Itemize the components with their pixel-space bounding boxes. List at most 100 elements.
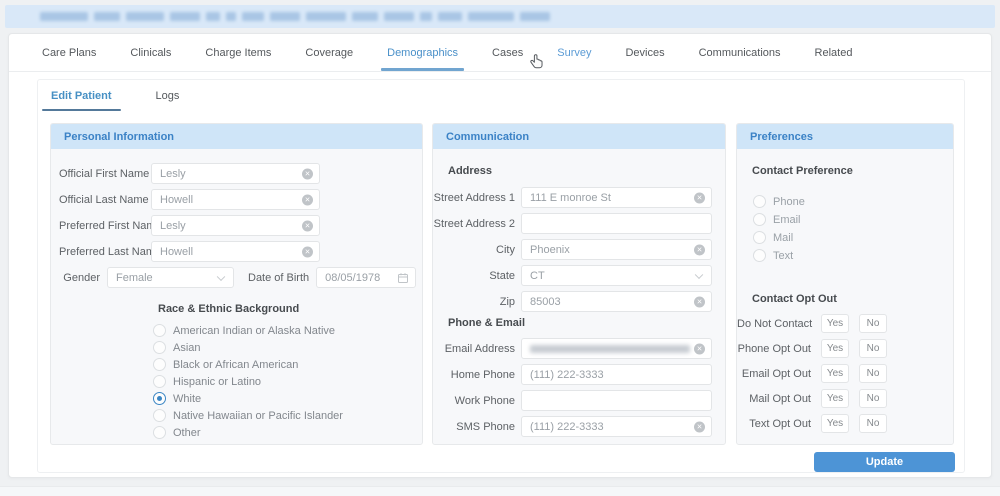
tab-clinicals[interactable]: Clinicals [127, 34, 174, 71]
city-input[interactable]: Phoenix [521, 239, 712, 260]
race-option[interactable]: American Indian or Alaska Native [153, 324, 422, 337]
radio-icon [153, 426, 166, 439]
zip-row: Zip 85003 [433, 291, 725, 312]
race-option[interactable]: Native Hawaiian or Pacific Islander [153, 409, 422, 422]
yes-button[interactable]: Yes [821, 314, 849, 333]
opt-out-row-text: Text Opt Out Yes No [737, 414, 953, 433]
clear-icon[interactable] [694, 343, 705, 354]
no-button[interactable]: No [859, 314, 887, 333]
sms-phone-input[interactable]: (111) 222-3333 [521, 416, 712, 437]
tab-coverage[interactable]: Coverage [302, 34, 356, 71]
race-option[interactable]: Other [153, 426, 422, 439]
clear-icon[interactable] [302, 194, 313, 205]
clear-icon[interactable] [694, 192, 705, 203]
tab-cases[interactable]: Cases [489, 34, 526, 71]
field-label: Official Last Name [59, 194, 144, 206]
street-address-2-row: Street Address 2 [433, 213, 725, 234]
redacted-text-block [420, 12, 432, 21]
field-label: Street Address 1 [433, 192, 515, 204]
no-button[interactable]: No [859, 364, 887, 383]
preferred-first-name-input[interactable]: Lesly [151, 215, 320, 236]
yes-button[interactable]: Yes [821, 339, 849, 358]
tab-survey[interactable]: Survey [554, 34, 594, 71]
official-first-name-row: Official First Name Lesly [51, 163, 422, 184]
contact-option-text[interactable]: Text [753, 249, 953, 262]
no-button[interactable]: No [859, 339, 887, 358]
yes-button[interactable]: Yes [821, 389, 849, 408]
top-navigation-bar [5, 5, 995, 28]
home-phone-input[interactable]: (111) 222-3333 [521, 364, 712, 385]
tab-care-plans[interactable]: Care Plans [39, 34, 99, 71]
contact-opt-out-group: Do Not Contact Yes No Phone Opt Out Yes … [737, 314, 953, 433]
race-option[interactable]: Black or African American [153, 358, 422, 371]
yes-button[interactable]: Yes [821, 414, 849, 433]
street-address-1-input[interactable]: 111 E monroe St [521, 187, 712, 208]
tab-communications[interactable]: Communications [696, 34, 784, 71]
chevron-down-icon [695, 270, 703, 278]
clear-icon[interactable] [694, 421, 705, 432]
sub-tab-bar: Edit Patient Logs [38, 80, 964, 111]
no-button[interactable]: No [859, 389, 887, 408]
redacted-email-value [530, 345, 690, 353]
clear-icon[interactable] [302, 220, 313, 231]
clear-icon[interactable] [694, 296, 705, 307]
date-of-birth-input[interactable]: 08/05/1978 [316, 267, 416, 288]
radio-icon [153, 409, 166, 422]
work-phone-row: Work Phone [433, 390, 725, 411]
panel-title: Communication [433, 124, 725, 149]
state-row: State CT [433, 265, 725, 286]
contact-option-mail[interactable]: Mail [753, 231, 953, 244]
tab-demographics[interactable]: Demographics [384, 34, 461, 71]
official-first-name-input[interactable]: Lesly [151, 163, 320, 184]
subtab-logs[interactable]: Logs [147, 80, 189, 111]
update-button[interactable]: Update [814, 452, 955, 472]
contact-option-phone[interactable]: Phone [753, 195, 953, 208]
contact-option-email[interactable]: Email [753, 213, 953, 226]
state-select[interactable]: CT [521, 265, 712, 286]
clear-icon[interactable] [302, 246, 313, 257]
gender-dob-row: Gender Female Date of Birth 08/05/1978 [51, 267, 422, 288]
field-label: Official First Name [59, 168, 144, 180]
zip-input[interactable]: 85003 [521, 291, 712, 312]
opt-out-row-phone: Phone Opt Out Yes No [737, 339, 953, 358]
yes-button[interactable]: Yes [821, 364, 849, 383]
subtab-edit-patient[interactable]: Edit Patient [42, 80, 121, 111]
contact-preference-group: Phone Email Mail Text [737, 195, 953, 262]
redacted-text-block [468, 12, 514, 21]
preferred-last-name-input[interactable]: Howell [151, 241, 320, 262]
tab-charge-items[interactable]: Charge Items [202, 34, 274, 71]
redacted-text-block [40, 12, 88, 21]
field-label: Zip [433, 296, 515, 308]
street-address-2-input[interactable] [521, 213, 712, 234]
radio-icon [753, 213, 766, 226]
preferred-last-name-row: Preferred Last Name Howell [51, 241, 422, 262]
race-ethnic-background-group: Race & Ethnic Background American Indian… [51, 303, 422, 439]
field-label: Email Address [433, 343, 515, 355]
tab-devices[interactable]: Devices [622, 34, 667, 71]
race-option[interactable]: Hispanic or Latino [153, 375, 422, 388]
redacted-text-block [438, 12, 462, 21]
opt-out-row-do-not-contact: Do Not Contact Yes No [737, 314, 953, 333]
race-heading: Race & Ethnic Background [158, 303, 422, 315]
no-button[interactable]: No [859, 414, 887, 433]
phone-email-heading: Phone & Email [448, 317, 725, 329]
home-phone-row: Home Phone (111) 222-3333 [433, 364, 725, 385]
race-option[interactable]: Asian [153, 341, 422, 354]
radio-icon [753, 249, 766, 262]
tab-related[interactable]: Related [812, 34, 856, 71]
field-label: Gender [59, 272, 100, 284]
calendar-icon[interactable] [397, 272, 409, 284]
clear-icon[interactable] [302, 168, 313, 179]
redacted-text-block [170, 12, 200, 21]
official-last-name-input[interactable]: Howell [151, 189, 320, 210]
race-option-selected[interactable]: White [153, 392, 422, 405]
demographics-content: Edit Patient Logs Personal Information O… [37, 79, 965, 473]
email-address-input[interactable] [521, 338, 712, 359]
field-label: Work Phone [433, 395, 515, 407]
gender-select[interactable]: Female [107, 267, 234, 288]
tab-bar: Care Plans Clinicals Charge Items Covera… [9, 34, 991, 72]
work-phone-input[interactable] [521, 390, 712, 411]
clear-icon[interactable] [694, 244, 705, 255]
redacted-text-block [94, 12, 120, 21]
field-label: Preferred First Name [59, 220, 144, 232]
